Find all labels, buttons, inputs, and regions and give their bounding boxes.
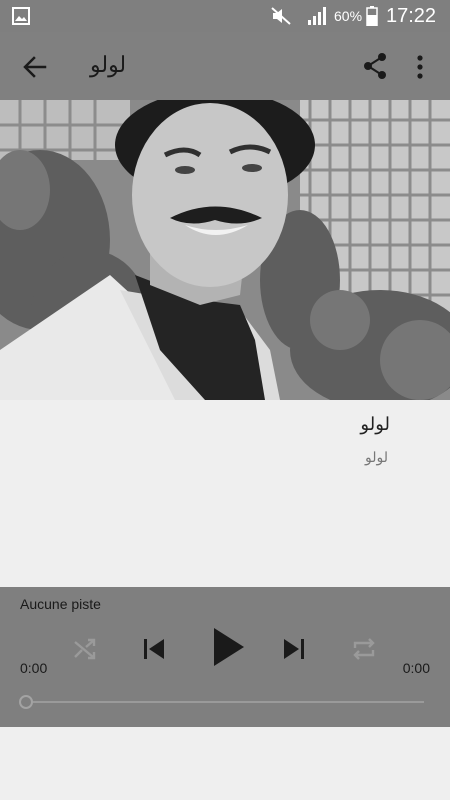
total-duration: 0:00 <box>402 660 430 676</box>
mute-icon <box>271 7 291 25</box>
seek-bar[interactable] <box>26 701 424 703</box>
page-title: لولو <box>90 52 127 77</box>
signal-icon <box>308 7 326 25</box>
track-title: لولو <box>360 414 390 434</box>
more-vert-icon[interactable] <box>410 52 430 82</box>
now-playing-status: Aucune piste <box>20 596 101 612</box>
battery-icon <box>366 6 378 26</box>
clock: 17:22 <box>386 5 437 27</box>
app-bar: لولو <box>0 32 450 100</box>
album-art <box>0 100 450 400</box>
status-bar: 60% 17:22 <box>0 0 450 32</box>
seek-thumb[interactable] <box>19 695 33 709</box>
player-panel: Aucune piste 0:00 0:00 <box>0 587 450 727</box>
skip-previous-icon[interactable] <box>140 635 168 663</box>
share-icon[interactable] <box>362 52 388 80</box>
back-arrow-icon[interactable] <box>20 52 50 82</box>
gallery-icon <box>12 7 30 25</box>
play-icon[interactable] <box>208 625 248 669</box>
elapsed-time: 0:00 <box>20 660 48 676</box>
battery-percent: 60% <box>334 8 363 24</box>
skip-next-icon[interactable] <box>280 635 308 663</box>
shuffle-icon[interactable] <box>72 636 98 662</box>
track-artist: لولو <box>365 449 388 465</box>
repeat-icon[interactable] <box>350 636 378 662</box>
